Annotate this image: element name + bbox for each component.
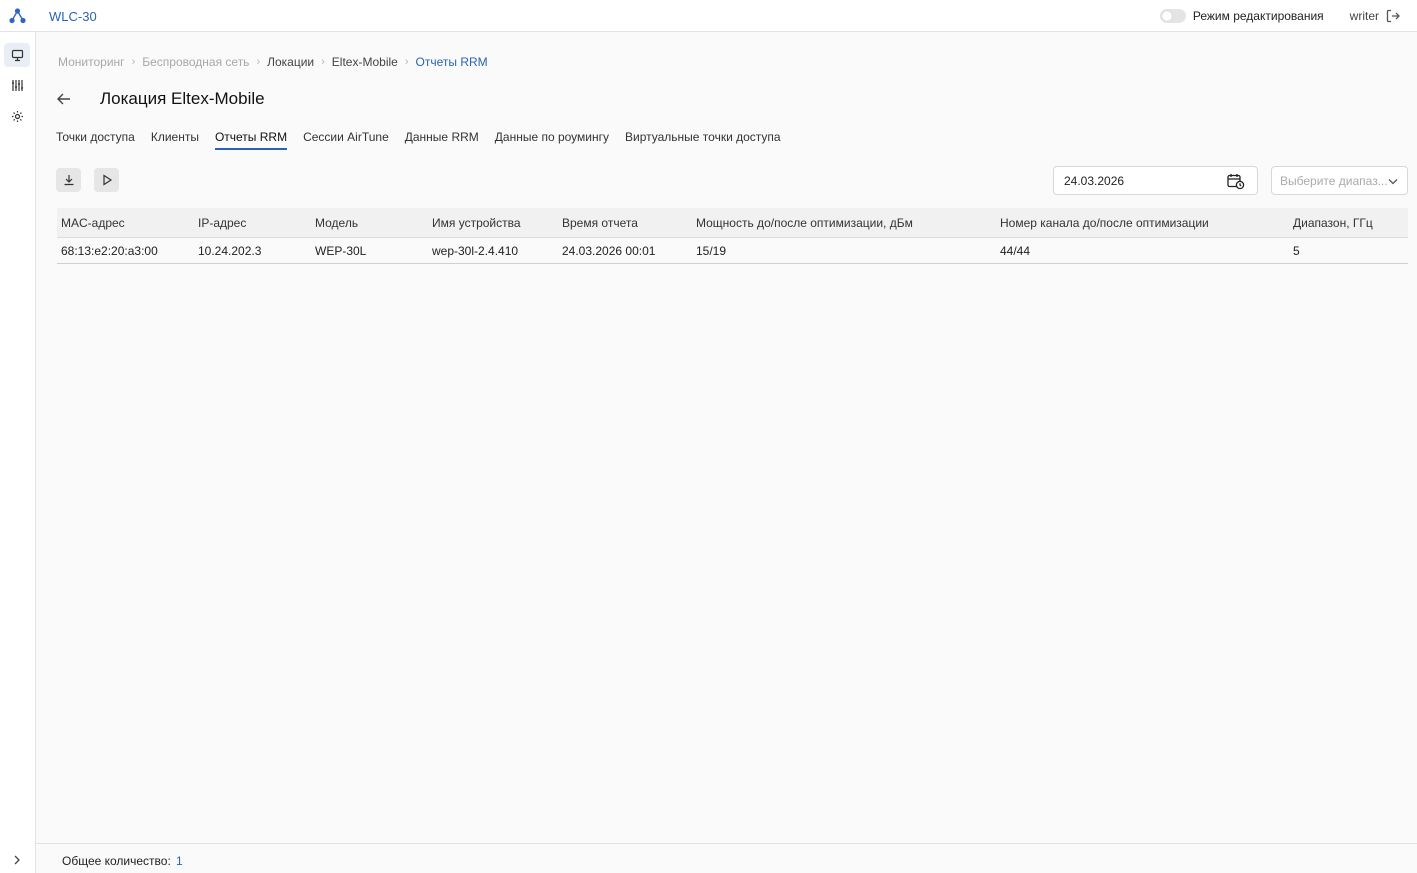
breadcrumb-separator: › <box>321 56 325 68</box>
settings-icon <box>11 110 23 122</box>
tab-virtual-access-points[interactable]: Виртуальные точки доступа <box>625 130 781 150</box>
column-header-band[interactable]: Диапазон, ГГц <box>1293 208 1373 237</box>
cell-band: 5 <box>1293 243 1300 258</box>
column-header-device-name[interactable]: Имя устройства <box>432 208 521 237</box>
breadcrumb-separator: › <box>256 56 261 68</box>
topbar-right: Режим редактирования writer <box>1159 7 1401 25</box>
tab-rrm-reports[interactable]: Отчеты RRM <box>214 130 288 150</box>
date-picker[interactable] <box>1053 166 1258 195</box>
logout-icon[interactable] <box>1385 8 1401 24</box>
cell-power: 15/19 <box>696 243 727 258</box>
breadcrumb-location[interactable]: Eltex-Mobile <box>332 55 398 69</box>
total-count-label: Общее количество: <box>62 854 171 868</box>
column-header-power[interactable]: Мощность до/после оптимизации, дБм <box>696 208 913 237</box>
footer: Общее количество: 1 <box>36 843 1417 873</box>
equalizer-icon <box>11 79 23 91</box>
tab-access-points[interactable]: Точки доступа <box>56 130 135 150</box>
breadcrumb: Мониторинг › Беспроводная сеть › Локации… <box>58 55 488 69</box>
sidebar-item-wireless[interactable] <box>4 73 30 97</box>
sidebar-item-settings[interactable] <box>4 104 30 128</box>
tab-roaming-data[interactable]: Данные по роумингу <box>495 130 609 150</box>
app-title[interactable]: WLC-30 <box>49 9 97 24</box>
username[interactable]: writer <box>1350 9 1379 23</box>
cell-model: WEP-30L <box>315 243 367 258</box>
cell-device-name: wep-30l-2.4.410 <box>432 243 519 258</box>
date-input[interactable] <box>1064 173 1224 188</box>
total-count-value: 1 <box>176 854 183 868</box>
column-header-report-time[interactable]: Время отчета <box>562 208 638 237</box>
cell-mac: 68:13:e2:20:a3:00 <box>61 243 158 258</box>
rrm-reports-table: MAC-адрес IP-адрес Модель Имя устройства… <box>57 208 1408 264</box>
chevron-down-icon <box>1388 179 1398 185</box>
sidebar-item-monitoring[interactable] <box>4 43 30 67</box>
cell-report-time: 24.03.2026 00:01 <box>562 243 656 258</box>
back-arrow-icon[interactable] <box>55 90 73 108</box>
run-button[interactable] <box>94 168 119 192</box>
cell-ip: 10.24.202.3 <box>198 243 262 258</box>
tab-clients[interactable]: Клиенты <box>151 130 199 150</box>
breadcrumb-wireless[interactable]: Беспроводная сеть <box>142 55 249 69</box>
range-select-placeholder: Выберите диапаз... <box>1280 173 1388 188</box>
top-bar: WLC-30 Режим редактирования writer <box>0 0 1417 32</box>
calendar-clock-icon[interactable] <box>1227 173 1245 190</box>
edit-mode-toggle[interactable] <box>1159 9 1186 23</box>
download-button[interactable] <box>56 168 81 192</box>
monitor-icon <box>11 49 23 61</box>
cell-channel: 44/44 <box>1000 243 1031 258</box>
column-header-channel[interactable]: Номер канала до/после оптимизации <box>1000 208 1209 237</box>
breadcrumb-monitoring[interactable]: Мониторинг <box>58 55 125 69</box>
edit-mode-label: Режим редактирования <box>1192 9 1324 23</box>
column-header-model[interactable]: Модель <box>315 208 358 237</box>
expand-sidebar-icon[interactable] <box>10 853 24 867</box>
app-logo-icon[interactable] <box>9 8 26 24</box>
sidebar <box>0 32 36 873</box>
breadcrumb-separator: › <box>131 56 136 68</box>
page-title: Локация Eltex-Mobile <box>100 89 265 108</box>
tab-rrm-data[interactable]: Данные RRM <box>405 130 479 150</box>
play-icon <box>102 174 112 186</box>
table-header: MAC-адрес IP-адрес Модель Имя устройства… <box>57 208 1408 238</box>
download-icon <box>64 175 73 186</box>
tabs: Точки доступа Клиенты Отчеты RRM Сессии … <box>56 130 797 150</box>
breadcrumb-locations[interactable]: Локации <box>267 55 314 69</box>
range-select[interactable]: Выберите диапаз... <box>1271 166 1408 195</box>
column-header-mac[interactable]: MAC-адрес <box>61 208 125 237</box>
tab-airtune-sessions[interactable]: Сессии AirTune <box>303 130 389 150</box>
breadcrumb-current: Отчеты RRM <box>415 55 488 69</box>
column-header-ip[interactable]: IP-адрес <box>198 208 246 237</box>
breadcrumb-separator: › <box>404 56 409 68</box>
table-row[interactable]: 68:13:e2:20:a3:00 10.24.202.3 WEP-30L we… <box>57 238 1408 264</box>
